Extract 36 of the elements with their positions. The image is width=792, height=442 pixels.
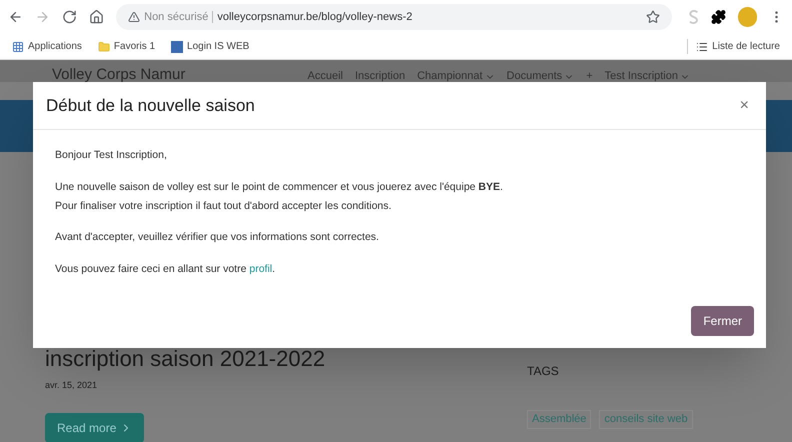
site-title[interactable]: Volley Corps Namur — [52, 67, 186, 82]
modal-text: Vous pouvez faire ceci en allant sur votre profil. — [55, 262, 276, 277]
folder-icon — [98, 40, 110, 52]
nav-item[interactable]: + — [586, 71, 593, 82]
post-title: inscription saison 2021-2022 — [45, 345, 326, 373]
modal-text: Pour finaliser votre inscription il faut tout d'abord accepter les conditions. — [55, 198, 392, 214]
site-icon — [171, 40, 184, 52]
bookmark-item[interactable]: Applications — [12, 39, 82, 54]
modal-text: Avant d'accepter, veuillez vérifier que vos informations sont correctes. — [55, 230, 380, 246]
home-icon[interactable] — [89, 9, 104, 25]
post-date: avr. 15, 2021 — [45, 379, 98, 392]
bookmark-star-icon[interactable] — [646, 10, 660, 24]
close-button[interactable]: × — [736, 94, 753, 118]
bookmark-item[interactable]: Favoris 1 — [98, 39, 156, 54]
modal-text: Bonjour Test Inscription, — [55, 148, 168, 163]
profile-link[interactable]: profil — [249, 263, 272, 275]
apps-icon — [12, 40, 24, 52]
bookmark-item[interactable]: Login IS WEB — [171, 39, 250, 54]
reading-list[interactable]: Liste de lecture — [712, 39, 780, 54]
security-warning: Non sécurisé — [144, 10, 208, 25]
url-text: volleycorpsnamur.be/blog/volley-news-2 — [217, 10, 412, 25]
close-modal-button[interactable]: Fermer — [691, 306, 754, 336]
nav-item[interactable]: Accueil — [308, 71, 343, 82]
back-icon[interactable] — [8, 9, 24, 25]
nav-item[interactable]: Championnat — [417, 71, 483, 82]
reload-icon[interactable] — [62, 9, 78, 25]
tags-heading: TAGS — [527, 363, 560, 380]
nav-item[interactable]: Documents — [506, 71, 562, 82]
nav-item[interactable]: Inscription — [354, 71, 406, 82]
address-bar[interactable]: Non sécurisé volleycorpsnamur.be/blog/volley-news-2 — [116, 4, 672, 30]
modal-title: Début de la nouvelle saison — [46, 94, 255, 117]
warning-icon — [128, 11, 140, 23]
nav-item[interactable]: Test Inscription — [604, 71, 678, 82]
puzzle-icon[interactable] — [711, 9, 726, 25]
modal-text: Une nouvelle saison de volley est sur le point de commencer et vous jouerez avec l'équipe BYE. — [55, 180, 504, 195]
read-more-button[interactable]: Read more — [45, 412, 144, 442]
